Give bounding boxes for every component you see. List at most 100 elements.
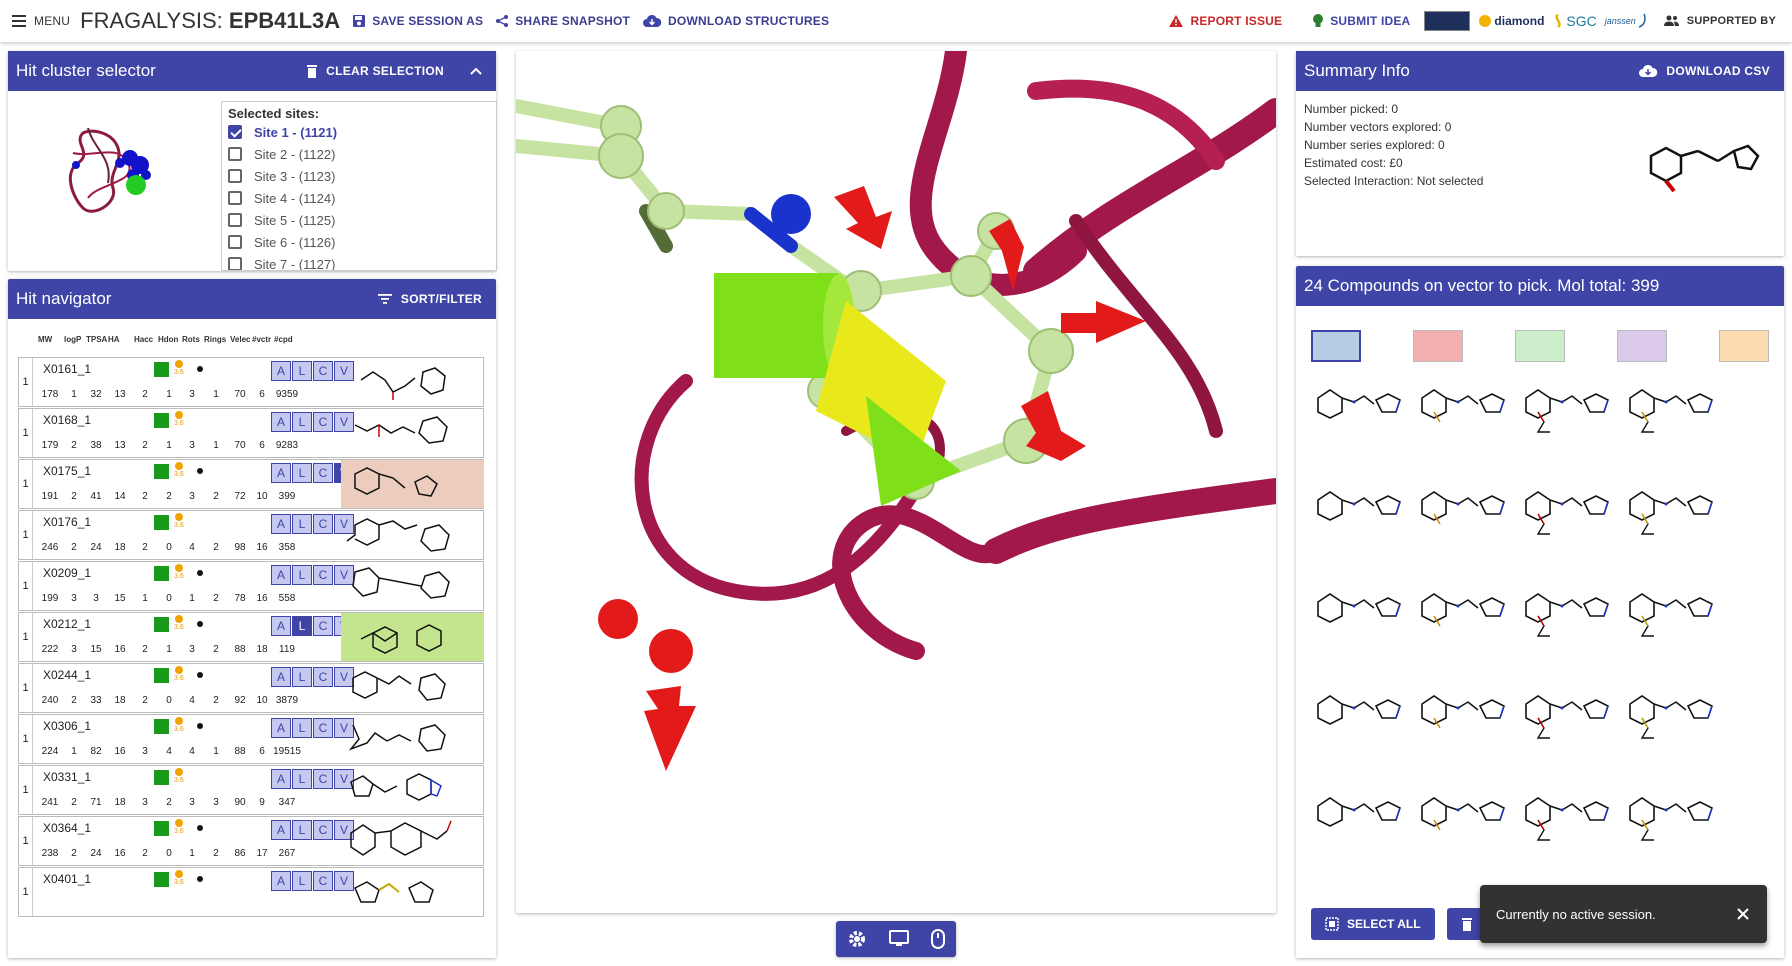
compound-card[interactable] [1312, 786, 1407, 866]
compound-card[interactable] [1520, 480, 1615, 560]
clear-selection-button[interactable]: CLEAR SELECTION [306, 64, 444, 78]
compound-card[interactable] [1312, 480, 1407, 560]
interaction-dot[interactable] [175, 870, 183, 878]
hit-molecule[interactable] [341, 562, 484, 610]
show-ligand-toggle[interactable] [154, 515, 169, 530]
surface-dot[interactable] [197, 621, 203, 627]
compound-card[interactable] [1416, 684, 1511, 764]
compound-card[interactable] [1624, 786, 1719, 866]
toggle-a-button[interactable]: A [271, 718, 291, 738]
toggle-l-button[interactable]: L [292, 412, 312, 432]
show-ligand-toggle[interactable] [154, 668, 169, 683]
compound-card[interactable] [1624, 378, 1719, 458]
mouse-icon[interactable] [931, 929, 945, 949]
site-row[interactable]: Site 3 - (1123) [222, 165, 496, 187]
settings-gear-icon[interactable] [847, 929, 867, 949]
toggle-c-button[interactable]: C [313, 412, 333, 432]
surface-dot[interactable] [197, 825, 203, 831]
hit-row[interactable]: 1 X0161_1 3.6 A L C V 178 1 32 13 2 1 3 1 70 6 9359 [18, 357, 484, 407]
compound-card[interactable] [1312, 378, 1407, 458]
hit-row[interactable]: 1 X0244_1 3.6 A L C V 240 2 33 18 2 0 4 2 92 10 3879 [18, 663, 484, 713]
share-snapshot-button[interactable]: SHARE SNAPSHOT [495, 0, 630, 42]
hit-molecule[interactable] [341, 409, 484, 457]
interaction-dot[interactable] [175, 768, 183, 776]
show-ligand-toggle[interactable] [154, 413, 169, 428]
submit-idea-button[interactable]: SUBMIT IDEA [1312, 0, 1410, 42]
interaction-dot[interactable] [175, 462, 183, 470]
compound-card[interactable] [1312, 582, 1407, 662]
hit-molecule[interactable] [341, 817, 484, 865]
surface-dot[interactable] [197, 570, 203, 576]
toggle-l-button[interactable]: L [292, 361, 312, 381]
toggle-c-button[interactable]: C [313, 361, 333, 381]
compound-card[interactable] [1520, 786, 1615, 866]
compound-card[interactable] [1520, 378, 1615, 458]
toggle-c-button[interactable]: C [313, 718, 333, 738]
toggle-l-button[interactable]: L [292, 871, 312, 891]
toggle-c-button[interactable]: C [313, 871, 333, 891]
toggle-a-button[interactable]: A [271, 361, 291, 381]
interaction-dot[interactable] [175, 819, 183, 827]
hit-row[interactable]: 1X0212_13.6ALCV2223151621328818119 [18, 612, 484, 662]
hit-molecule[interactable] [341, 460, 484, 508]
checkbox[interactable] [228, 125, 242, 139]
hit-row[interactable]: 1X0175_13.6ALCV1912411422327210399 [18, 459, 484, 509]
hit-molecule[interactable] [341, 511, 484, 559]
toggle-l-button[interactable]: L [292, 463, 312, 483]
checkbox[interactable] [228, 235, 242, 249]
compound-card[interactable] [1624, 684, 1719, 764]
site-row[interactable]: Site 4 - (1124) [222, 187, 496, 209]
compound-card[interactable] [1416, 480, 1511, 560]
compound-card[interactable] [1416, 378, 1511, 458]
supported-by-button[interactable]: SUPPORTED BY [1663, 0, 1776, 42]
collapse-chevron-icon[interactable] [464, 59, 488, 83]
compound-card[interactable] [1624, 582, 1719, 662]
toggle-l-button[interactable]: L [292, 514, 312, 534]
cluster-thumbnail[interactable] [58, 113, 168, 223]
checkbox[interactable] [228, 191, 242, 205]
hit-row[interactable]: 1 X0401_1 3.6 A L C V [18, 867, 484, 917]
toggle-l-button[interactable]: L [292, 769, 312, 789]
toggle-c-button[interactable]: C [313, 667, 333, 687]
compound-card[interactable] [1520, 582, 1615, 662]
surface-dot[interactable] [197, 876, 203, 882]
toggle-a-button[interactable]: A [271, 667, 291, 687]
compound-card[interactable] [1624, 480, 1719, 560]
toggle-l-button[interactable]: L [292, 565, 312, 585]
toggle-l-button[interactable]: L [292, 616, 312, 636]
toggle-c-button[interactable]: C [313, 769, 333, 789]
checkbox[interactable] [228, 169, 242, 183]
hit-molecule[interactable] [341, 613, 484, 661]
hit-molecule[interactable] [341, 358, 484, 406]
site-row[interactable]: Site 2 - (1122) [222, 143, 496, 165]
color-swatch[interactable] [1719, 330, 1769, 362]
toggle-l-button[interactable]: L [292, 718, 312, 738]
menu-button[interactable]: MENU [12, 0, 70, 42]
color-swatch[interactable] [1515, 330, 1565, 362]
show-ligand-toggle[interactable] [154, 872, 169, 887]
site-row[interactable]: Site 6 - (1126) [222, 231, 496, 253]
checkbox[interactable] [228, 213, 242, 227]
site-row[interactable]: Site 1 - (1121) [222, 121, 496, 143]
hit-row[interactable]: 1 X0306_1 3.6 A L C V 224 1 82 16 3 4 4 1 88 6 19515 [18, 714, 484, 764]
hit-row[interactable]: 1 X0168_1 3.6 A L C V 179 2 38 13 2 1 3 1 70 6 9283 [18, 408, 484, 458]
surface-dot[interactable] [197, 672, 203, 678]
surface-dot[interactable] [197, 723, 203, 729]
hit-molecule[interactable] [341, 664, 484, 712]
sort-filter-button[interactable]: SORT/FILTER [377, 292, 482, 306]
site-row[interactable]: Site 7 - (1127) [222, 253, 496, 270]
toggle-c-button[interactable]: C [313, 565, 333, 585]
hit-molecule[interactable] [341, 766, 484, 814]
interaction-dot[interactable] [175, 360, 183, 368]
show-ligand-toggle[interactable] [154, 719, 169, 734]
display-monitor-icon[interactable] [889, 930, 909, 948]
hit-row[interactable]: 1 X0209_1 3.6 A L C V 199 3 3 15 1 0 1 2 78 16 558 [18, 561, 484, 611]
checkbox[interactable] [228, 147, 242, 161]
surface-dot[interactable] [197, 366, 203, 372]
show-ligand-toggle[interactable] [154, 566, 169, 581]
toggle-a-button[interactable]: A [271, 769, 291, 789]
toggle-a-button[interactable]: A [271, 463, 291, 483]
close-icon[interactable] [1735, 906, 1751, 922]
interaction-dot[interactable] [175, 564, 183, 572]
compound-card[interactable] [1416, 582, 1511, 662]
